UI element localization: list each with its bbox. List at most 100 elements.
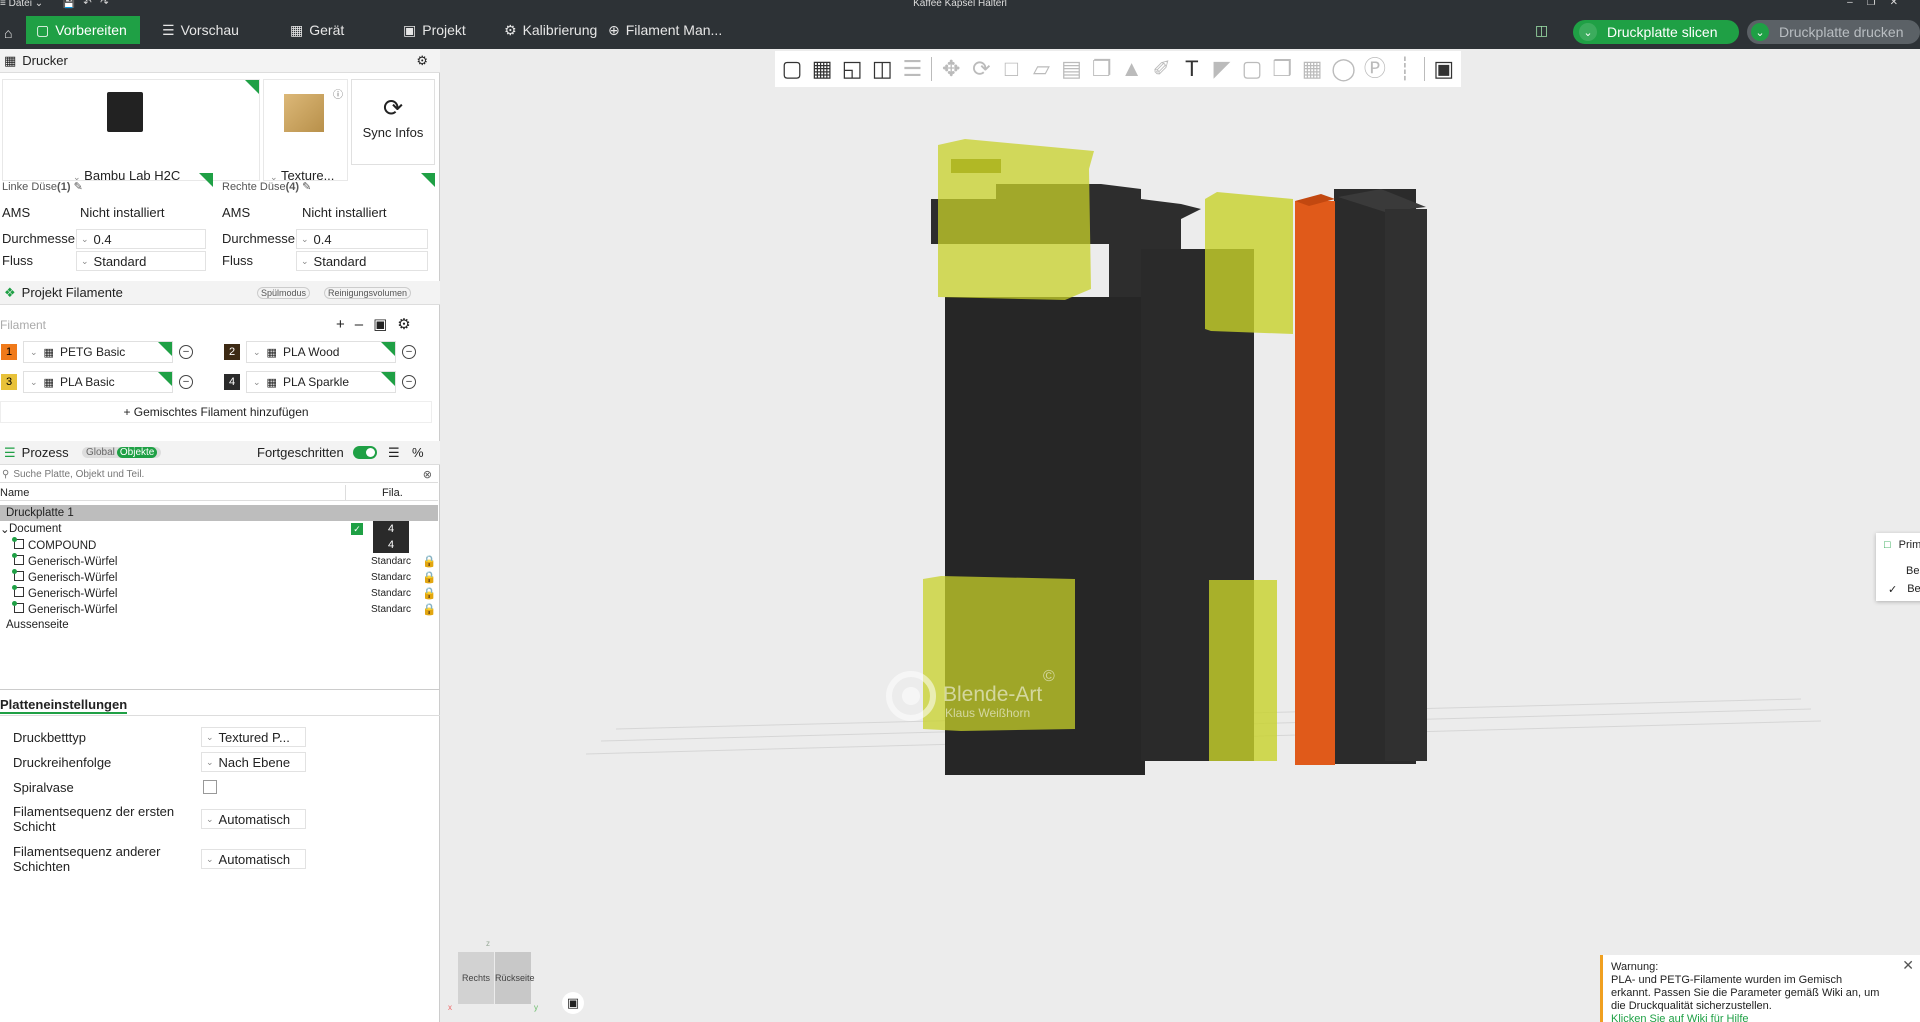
menu-item-labels-by-object[interactable]: ✓ Beschriftungen nach Objekt anzeigen	[1888, 581, 1920, 597]
edit-icon[interactable]: ✎	[302, 181, 311, 193]
lock-icon[interactable]: 🔒	[422, 602, 436, 616]
tab-geraet[interactable]: ▦ Gerät	[280, 16, 354, 44]
filament-select[interactable]: ⌄ ▦ PETG Basic	[23, 341, 173, 363]
diameter-select[interactable]: ⌄ 0.4	[76, 229, 206, 249]
cube-fila[interactable]: Standarc	[371, 588, 411, 599]
gear-icon[interactable]: ⚙	[416, 53, 428, 69]
remove-filament-icon[interactable]: –	[402, 375, 416, 389]
3d-viewport[interactable]: ▢ ▦ ◱ ◫ ☰ ✥ ⟳ □ ▱ ▤ ❐ ▲ ✐ T ◤ ▢ ❒ ▦ ◯ Ⓟ …	[441, 49, 1920, 1022]
filament-slot-4[interactable]: 4 ⌄ ▦ PLA Sparkle –	[224, 371, 416, 393]
sync-info-button[interactable]: ⟳ Sync Infos	[351, 79, 435, 165]
window-controls[interactable]: –❐✕	[1847, 0, 1912, 8]
plate-card[interactable]: ⓘ ⌄ Texture...	[263, 79, 348, 183]
filament-select[interactable]: ⌄ ▦ PLA Basic	[23, 371, 173, 393]
printer-section-header[interactable]: ▦ Drucker ⚙	[0, 49, 440, 73]
search-input[interactable]: Suche Platte, Objekt und Teil.	[13, 469, 144, 480]
advanced-toggle[interactable]	[353, 446, 377, 459]
remove-filament-icon[interactable]: –	[179, 345, 193, 359]
filament-slot-2[interactable]: 2 ⌄ ▦ PLA Wood –	[224, 341, 416, 363]
column-fila: Fila.	[382, 486, 403, 499]
gear-icon[interactable]: ⚙	[397, 316, 420, 333]
tree-row-cube[interactable]: Generisch-Würfel Standarc 🔒	[0, 600, 438, 617]
close-icon[interactable]: ✕	[1902, 958, 1914, 972]
list-icon[interactable]: ☰	[388, 445, 400, 461]
tree-row-plate[interactable]: Druckplatte 1	[0, 505, 438, 521]
tab-vorschau[interactable]: ☰ Vorschau	[152, 16, 249, 44]
modifier-top-left[interactable]	[938, 139, 1094, 300]
chevron-down-icon[interactable]: ⌄	[1579, 23, 1597, 41]
filament-select[interactable]: ⌄ ▦ PLA Wood	[246, 341, 396, 363]
percent-icon[interactable]: %	[412, 445, 424, 460]
tree-row-compound[interactable]: COMPOUND 4	[0, 536, 438, 553]
tab-filament-manager[interactable]: ⊕ Filament Man...	[598, 16, 732, 44]
section-title: Prozess	[21, 445, 69, 460]
tree-row-outside[interactable]: Aussenseite	[0, 617, 438, 633]
spiral-vase-checkbox[interactable]	[203, 780, 217, 794]
remove-filament-icon[interactable]: –	[179, 375, 193, 389]
lock-icon[interactable]: 🔒	[422, 554, 436, 568]
filament-slot-1[interactable]: 1 ⌄ ▦ PETG Basic –	[1, 341, 193, 363]
tree-row-cube[interactable]: Generisch-Würfel Standarc 🔒	[0, 552, 438, 569]
bed-type-select[interactable]: ⌄ Textured P...	[201, 727, 306, 747]
window-title: Kaffee Kapsel Halterl	[913, 0, 1007, 9]
tree-row-document[interactable]: ⌄ Document ✓ 4	[0, 521, 438, 537]
plate-list-icon[interactable]: ◫	[1525, 16, 1558, 44]
cleaning-volume-button[interactable]: Reinigungsvolumen	[324, 286, 412, 299]
filament-select[interactable]: ⌄ ▦ PLA Sparkle	[246, 371, 396, 393]
tree-row-cube[interactable]: Generisch-Würfel Standarc 🔒	[0, 568, 438, 585]
nozzle-count: (4)	[285, 181, 300, 193]
print-plate-button[interactable]: ⌄ Druckplatte drucken	[1747, 20, 1920, 44]
tab-projekt[interactable]: ▣ Projekt	[393, 16, 476, 44]
printer-card[interactable]: ⌄ Bambu Lab H2C	[2, 79, 260, 183]
menu-item-labels-by-layer[interactable]: Beschriftungen nach Schicht anzeigen	[1906, 563, 1920, 579]
first-layer-seq-label: Filamentsequenz der ersten Schicht	[13, 804, 174, 834]
model-body-right[interactable]	[1385, 209, 1427, 761]
wiki-link[interactable]: Klicken Sie auf Wiki für Hilfe	[1611, 1013, 1910, 1022]
cube-fila[interactable]: Standarc	[371, 556, 411, 567]
check-icon[interactable]: ✓	[351, 523, 363, 535]
first-layer-seq-select[interactable]: ⌄ Automatisch	[201, 809, 306, 829]
print-sequence-select[interactable]: ⌄ Nach Ebene	[201, 752, 306, 772]
fit-view-icon[interactable]: ▣	[562, 992, 584, 1014]
sync-filament-icon[interactable]: ▣	[373, 316, 397, 333]
cube-fila[interactable]: Standarc	[371, 572, 411, 583]
flow-select[interactable]: ⌄ Standard	[296, 251, 428, 271]
cube-fila[interactable]: Standarc	[371, 604, 411, 615]
flush-mode-button[interactable]: Spülmodus	[257, 286, 311, 299]
view-cube-right[interactable]: Rechts	[458, 952, 494, 1004]
document-fila-badge[interactable]: 4	[373, 521, 409, 537]
printer-icon: ▦	[4, 52, 17, 68]
view-cube[interactable]: Rechts Rückseite z x y	[448, 939, 538, 1013]
flow-select[interactable]: ⌄ Standard	[76, 251, 206, 271]
objects-option[interactable]: Objekte	[116, 447, 158, 458]
tree-row-cube[interactable]: Generisch-Würfel Standarc 🔒	[0, 584, 438, 601]
search-box[interactable]: ⚲ Suche Platte, Objekt und Teil. ⊗	[0, 467, 438, 483]
modifier-bottom-right[interactable]	[1209, 580, 1277, 761]
scope-toggle[interactable]: Global Objekte	[82, 447, 162, 458]
chevron-down-icon[interactable]: ⌄	[1751, 23, 1769, 41]
view-cube-back[interactable]: Rückseite	[495, 952, 535, 1004]
modifier-top-right[interactable]	[1205, 192, 1293, 334]
filament-slot-3[interactable]: 3 ⌄ ▦ PLA Basic –	[1, 371, 193, 393]
diameter-select[interactable]: ⌄ 0.4	[296, 229, 428, 249]
tab-vorbereiten[interactable]: ▢ Vorbereiten	[26, 16, 140, 44]
lock-icon[interactable]: 🔒	[422, 570, 436, 584]
remove-icon[interactable]: –	[355, 316, 373, 333]
slice-plate-button[interactable]: ⌄ Druckplatte slicen	[1573, 20, 1739, 44]
global-option[interactable]: Global	[86, 447, 115, 458]
other-layers-seq-select[interactable]: ⌄ Automatisch	[201, 849, 306, 869]
lock-icon[interactable]: 🔒	[422, 586, 436, 600]
menu-item-add-primitive[interactable]: □Primitiv hinzufügen›	[1884, 537, 1920, 553]
add-mixed-filament-button[interactable]: + Gemischtes Filament hinzufügen	[0, 401, 432, 423]
home-icon[interactable]: ⌂	[0, 19, 16, 47]
filaments-section-header[interactable]: ❖ Projekt Filamente Spülmodus Reinigungs…	[0, 281, 440, 305]
model-render[interactable]: Blende-Art Klaus Weißhorn ©	[441, 49, 1920, 1022]
orange-part[interactable]	[1295, 201, 1335, 765]
compound-fila-badge[interactable]: 4	[373, 537, 409, 553]
edit-icon[interactable]: ✎	[74, 181, 83, 193]
clear-search-icon[interactable]: ⊗	[423, 468, 432, 481]
info-icon[interactable]: ⓘ	[333, 86, 343, 101]
remove-filament-icon[interactable]: –	[402, 345, 416, 359]
tab-kalibrierung[interactable]: ⚙ Kalibrierung	[494, 16, 607, 44]
add-icon[interactable]: +	[336, 316, 355, 333]
